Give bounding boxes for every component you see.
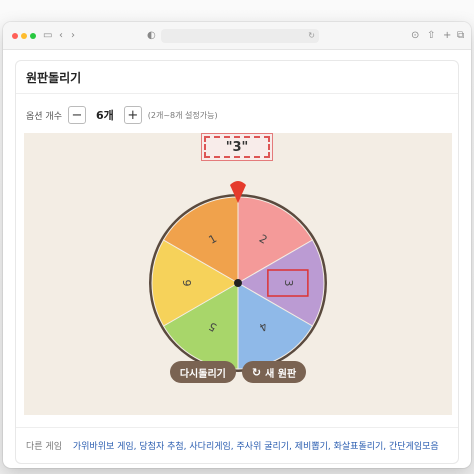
minimize-window-button[interactable] xyxy=(21,33,27,39)
respin-label: 다시돌리기 xyxy=(179,368,226,380)
wheel-stage: 234561 "3" 다시돌리기 ↻ 새 원판 xyxy=(24,133,452,415)
refresh-icon: ↻ xyxy=(251,365,262,379)
other-games-label: 다른 게임 xyxy=(26,442,62,452)
decrease-button[interactable]: − xyxy=(67,106,86,124)
share-icon[interactable]: ⇧ xyxy=(427,29,435,43)
new-wheel-label: 새 원판 xyxy=(265,368,297,380)
close-window-button[interactable] xyxy=(12,33,18,39)
sidebar-icon[interactable]: ▭ xyxy=(43,29,52,43)
forward-icon[interactable]: › xyxy=(71,29,75,43)
reload-icon[interactable]: ↻ xyxy=(308,29,315,43)
option-count: 6개 xyxy=(95,109,114,122)
address-bar[interactable]: ↻ xyxy=(161,29,319,43)
shield-icon[interactable]: ◐ xyxy=(147,29,156,43)
other-games-links[interactable]: 가위바위보 게임, 당첨자 추첨, 사다리게임, 주사위 굴리기, 제비뽑기, … xyxy=(73,442,439,452)
new-tab-icon[interactable]: + xyxy=(443,29,451,43)
back-icon[interactable]: ‹ xyxy=(59,29,63,43)
download-icon[interactable]: ⊙ xyxy=(411,29,419,43)
new-wheel-button[interactable]: ↻ 새 원판 xyxy=(241,361,307,383)
increase-button[interactable]: + xyxy=(123,106,142,124)
title-divider xyxy=(16,93,458,94)
options-hint: (2개~8개 설정가능) xyxy=(147,110,218,120)
maximize-window-button[interactable] xyxy=(30,33,36,39)
wheel-hub xyxy=(234,279,242,287)
browser-window: ▭ ‹ › ◐ ↻ ⊙ ⇧ + ⧉ 원판돌리기 옵션 개수 − 6개 + (2개… xyxy=(3,22,471,468)
wheel-card: 원판돌리기 옵션 개수 − 6개 + (2개~8개 설정가능) 234561 "… xyxy=(15,60,459,464)
tabs-overview-icon[interactable]: ⧉ xyxy=(457,29,464,43)
page-title: 원판돌리기 xyxy=(26,71,82,85)
options-label: 옵션 개수 xyxy=(26,111,62,122)
other-games: 다른 게임 가위바위보 게임, 당첨자 추첨, 사다리게임, 주사위 굴리기, … xyxy=(26,439,439,452)
respin-button[interactable]: 다시돌리기 xyxy=(169,361,236,383)
options-row: 옵션 개수 − 6개 + (2개~8개 설정가능) xyxy=(26,105,218,125)
wheel-label-6: 6 xyxy=(181,280,194,287)
browser-titlebar: ▭ ‹ › ◐ ↻ ⊙ ⇧ + ⧉ xyxy=(3,22,471,50)
result-box: "3" xyxy=(201,133,273,161)
button-row: 다시돌리기 ↻ 새 원판 xyxy=(24,361,452,383)
footer-divider xyxy=(16,427,458,428)
wheel-label-3: 3 xyxy=(282,280,295,287)
